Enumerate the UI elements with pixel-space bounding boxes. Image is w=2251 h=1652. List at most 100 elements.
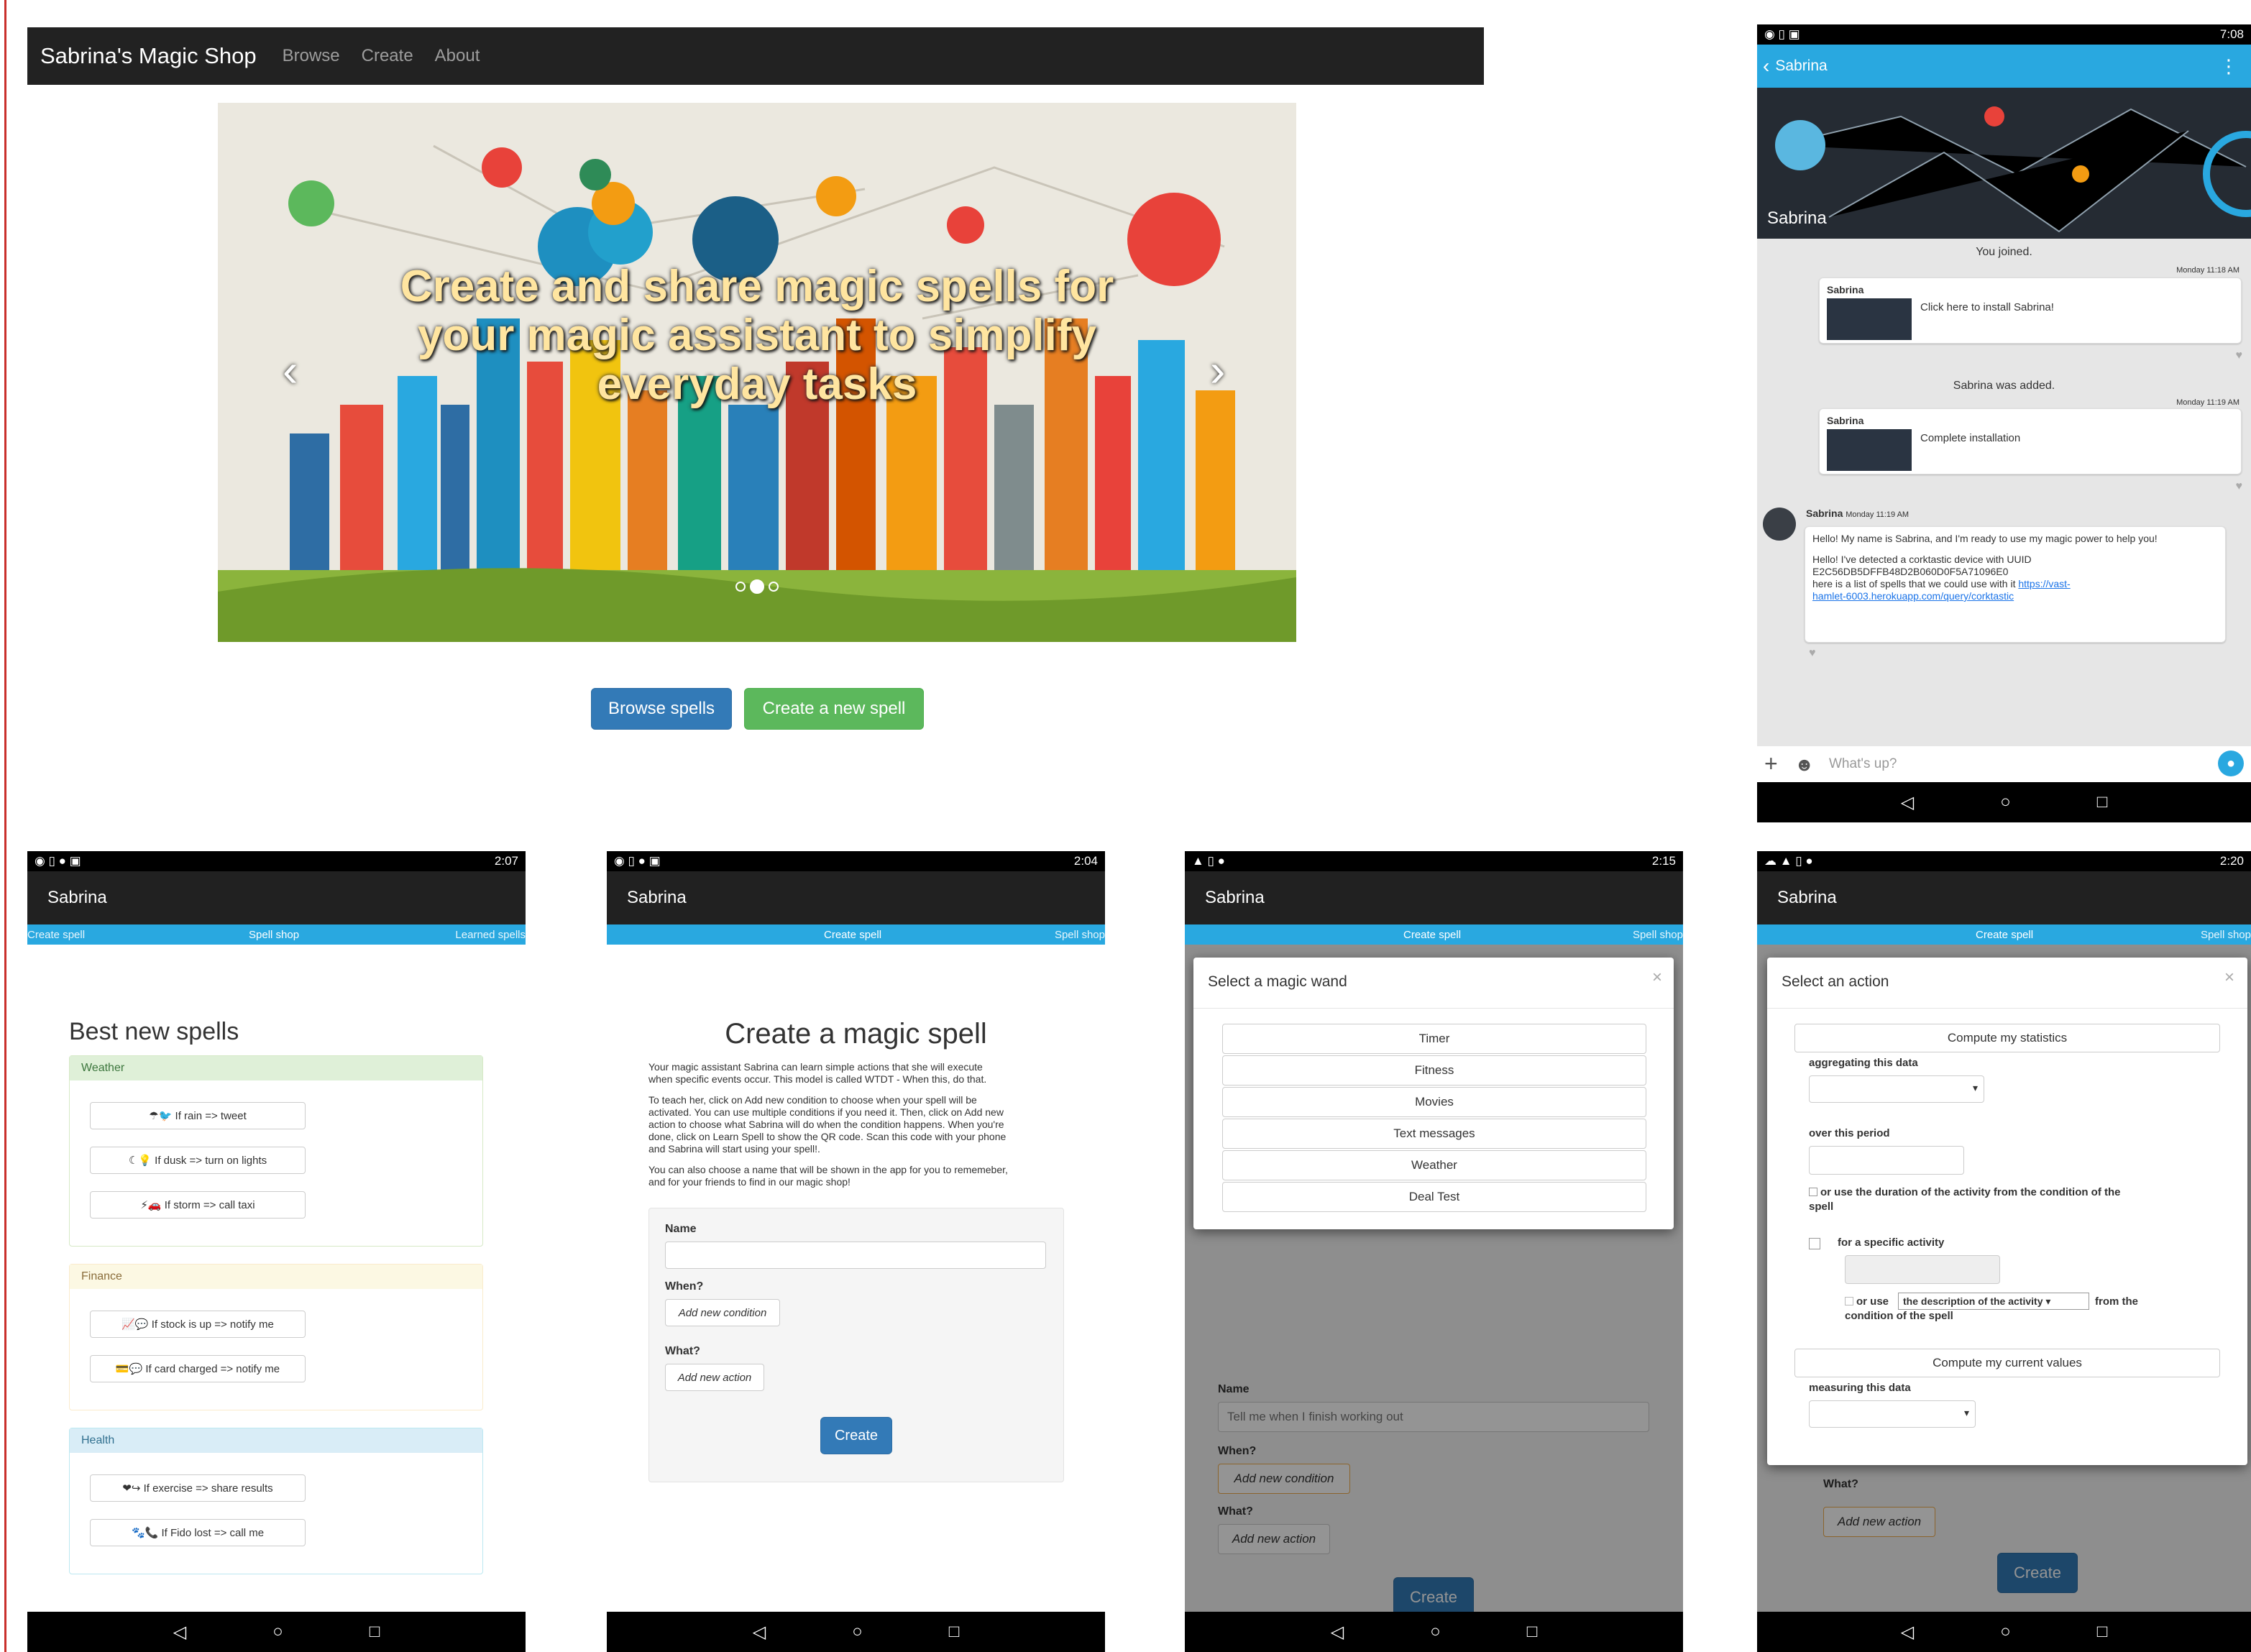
specific-activity-input[interactable] bbox=[1845, 1255, 2000, 1284]
install-card[interactable]: Sabrina Click here to install Sabrina! bbox=[1819, 277, 2242, 344]
chat-title[interactable]: Sabrina bbox=[1775, 58, 1827, 75]
status-time: 2:04 bbox=[1073, 854, 1098, 868]
spell-item[interactable]: 📈💬 If stock is up => notify me bbox=[90, 1311, 306, 1338]
android-navbar: ◁ ○ □ bbox=[1757, 1612, 2251, 1652]
duration-checkbox[interactable] bbox=[1809, 1188, 1817, 1196]
tab-create-spell[interactable]: Create spell bbox=[1976, 929, 2033, 941]
nav-browse[interactable]: Browse bbox=[283, 46, 340, 66]
like-icon[interactable]: ♥ bbox=[2236, 349, 2243, 362]
tab-create-spell[interactable]: Create spell bbox=[824, 929, 881, 941]
tab-spell-shop[interactable]: Spell shop bbox=[249, 929, 299, 941]
nav-about[interactable]: About bbox=[435, 46, 480, 66]
page-heading: Best new spells bbox=[69, 1018, 239, 1045]
description-select[interactable]: the description of the activity ▾ bbox=[1898, 1293, 2089, 1310]
aggregating-label: aggregating this data bbox=[1809, 1057, 1918, 1069]
site-brand[interactable]: Sabrina's Magic Shop bbox=[40, 43, 257, 69]
spell-item[interactable]: 💳💬 If card charged => notify me bbox=[90, 1355, 306, 1382]
recents-icon[interactable]: □ bbox=[1527, 1622, 1538, 1642]
aggregating-select[interactable]: ▾ bbox=[1809, 1075, 1984, 1103]
carousel-indicators bbox=[735, 579, 779, 594]
create-spell-button[interactable]: Create a new spell bbox=[744, 688, 924, 730]
home-icon[interactable]: ○ bbox=[2000, 792, 2011, 812]
spell-item[interactable]: ❤↪ If exercise => share results bbox=[90, 1474, 306, 1502]
back-icon[interactable]: ◁ bbox=[1331, 1622, 1344, 1643]
browse-spells-button[interactable]: Browse spells bbox=[591, 688, 732, 730]
home-icon[interactable]: ○ bbox=[852, 1622, 863, 1642]
nav-create[interactable]: Create bbox=[362, 46, 413, 66]
carousel-prev-icon[interactable]: ‹ bbox=[283, 344, 298, 397]
plus-icon[interactable]: + bbox=[1764, 751, 1778, 777]
divider bbox=[1193, 1008, 1674, 1009]
category-title: Finance bbox=[70, 1265, 482, 1289]
complete-card[interactable]: Sabrina Complete installation bbox=[1819, 408, 2242, 474]
spell-item[interactable]: ⚡🚗 If storm => call taxi bbox=[90, 1191, 306, 1219]
recents-icon[interactable]: □ bbox=[949, 1622, 960, 1642]
close-icon[interactable]: × bbox=[2224, 968, 2234, 988]
category-title: Weather bbox=[70, 1056, 482, 1080]
tab-spell-shop[interactable]: Spell shop bbox=[1633, 929, 1683, 941]
tab-learned-spells[interactable]: Learned spells bbox=[455, 929, 526, 941]
status-bar: ◉ ▯ ▣ 7:08 bbox=[1757, 24, 2251, 45]
home-icon[interactable]: ○ bbox=[2000, 1622, 2011, 1642]
wand-option-movies[interactable]: Movies bbox=[1222, 1087, 1646, 1117]
back-icon[interactable]: ◁ bbox=[1901, 1622, 1914, 1643]
card-sender: Sabrina bbox=[1827, 415, 1864, 426]
name-input[interactable] bbox=[665, 1242, 1046, 1269]
chat-phone: ◉ ▯ ▣ 7:08 ‹ Sabrina ⋮ Sabrina You joined… bbox=[1757, 24, 2251, 822]
spell-item[interactable]: ☾💡 If dusk => turn on lights bbox=[90, 1147, 306, 1174]
message-bubble: Hello! My name is Sabrina, and I'm ready… bbox=[1805, 526, 2226, 643]
use-description-checkbox[interactable] bbox=[1845, 1297, 1853, 1305]
specific-activity-checkbox[interactable] bbox=[1809, 1238, 1820, 1249]
tab-spell-shop[interactable]: Spell shop bbox=[2201, 929, 2251, 941]
like-icon[interactable]: ♥ bbox=[2236, 480, 2243, 493]
spell-link[interactable]: https://vast- bbox=[2018, 578, 2070, 589]
page-heading: Create a magic spell bbox=[725, 1018, 987, 1050]
home-icon[interactable]: ○ bbox=[272, 1622, 283, 1642]
home-icon[interactable]: ○ bbox=[1430, 1622, 1441, 1642]
wand-option-weather[interactable]: Weather bbox=[1222, 1150, 1646, 1180]
recents-icon[interactable]: □ bbox=[2097, 792, 2108, 812]
close-icon[interactable]: × bbox=[1652, 968, 1662, 988]
wand-option-fitness[interactable]: Fitness bbox=[1222, 1055, 1646, 1086]
period-input[interactable] bbox=[1809, 1146, 1964, 1175]
like-icon[interactable]: ♥ bbox=[1809, 647, 1816, 660]
wand-option-text-messages[interactable]: Text messages bbox=[1222, 1119, 1646, 1149]
back-icon[interactable]: ◁ bbox=[753, 1622, 766, 1643]
wand-option-deal-test[interactable]: Deal Test bbox=[1222, 1182, 1646, 1212]
carousel-dot[interactable] bbox=[735, 582, 746, 592]
message-line: Hello! My name is Sabrina, and I'm ready… bbox=[1812, 533, 2158, 544]
back-icon[interactable]: ◁ bbox=[1901, 792, 1914, 813]
tab-create-spell[interactable]: Create spell bbox=[1403, 929, 1461, 941]
add-action-button[interactable]: Add new action bbox=[665, 1364, 764, 1391]
status-bar: ◉ ▯ ● ▣ 2:07 bbox=[27, 851, 526, 871]
emoji-icon[interactable]: ☻ bbox=[1794, 753, 1814, 776]
carousel-dot-active[interactable] bbox=[750, 579, 764, 594]
more-menu-icon[interactable]: ⋮ bbox=[2219, 55, 2238, 78]
back-icon[interactable]: ◁ bbox=[173, 1622, 186, 1643]
recents-icon[interactable]: □ bbox=[370, 1622, 380, 1642]
tab-strip: Create spell Spell shop bbox=[607, 924, 1105, 945]
measuring-select[interactable]: ▾ bbox=[1809, 1400, 1976, 1428]
avatar bbox=[1763, 508, 1796, 541]
message-input[interactable]: What's up? bbox=[1829, 756, 1897, 772]
back-arrow-icon[interactable]: ‹ bbox=[1763, 55, 1769, 78]
wand-option-timer[interactable]: Timer bbox=[1222, 1024, 1646, 1054]
tab-spell-shop[interactable]: Spell shop bbox=[1055, 929, 1105, 941]
timestamp: Monday 11:18 AM bbox=[2176, 266, 2239, 275]
spell-link-cont[interactable]: hamlet-6003.herokuapp.com/query/corktast… bbox=[1812, 590, 2218, 602]
tab-create-spell[interactable]: Create spell bbox=[27, 929, 85, 941]
add-condition-button[interactable]: Add new condition bbox=[665, 1299, 780, 1326]
card-text: Click here to install Sabrina! bbox=[1920, 301, 2054, 313]
create-button[interactable]: Create bbox=[820, 1417, 892, 1454]
compute-current-values-button[interactable]: Compute my current values bbox=[1794, 1349, 2220, 1377]
carousel-dot[interactable] bbox=[769, 582, 779, 592]
spell-item[interactable]: ☂🐦 If rain => tweet bbox=[90, 1102, 306, 1129]
compute-statistics-button[interactable]: Compute my statistics bbox=[1794, 1024, 2220, 1052]
microphone-icon[interactable]: ● bbox=[2218, 751, 2244, 776]
spell-item[interactable]: 🐾📞 If Fido lost => call me bbox=[90, 1519, 306, 1546]
instruction-line: action to choose what Sabrina will do wh… bbox=[648, 1119, 1004, 1130]
system-joined: You joined. bbox=[1976, 246, 2032, 258]
recents-icon[interactable]: □ bbox=[2097, 1622, 2108, 1642]
carousel-next-icon[interactable]: › bbox=[1210, 344, 1225, 397]
card-text: Complete installation bbox=[1920, 432, 2021, 444]
